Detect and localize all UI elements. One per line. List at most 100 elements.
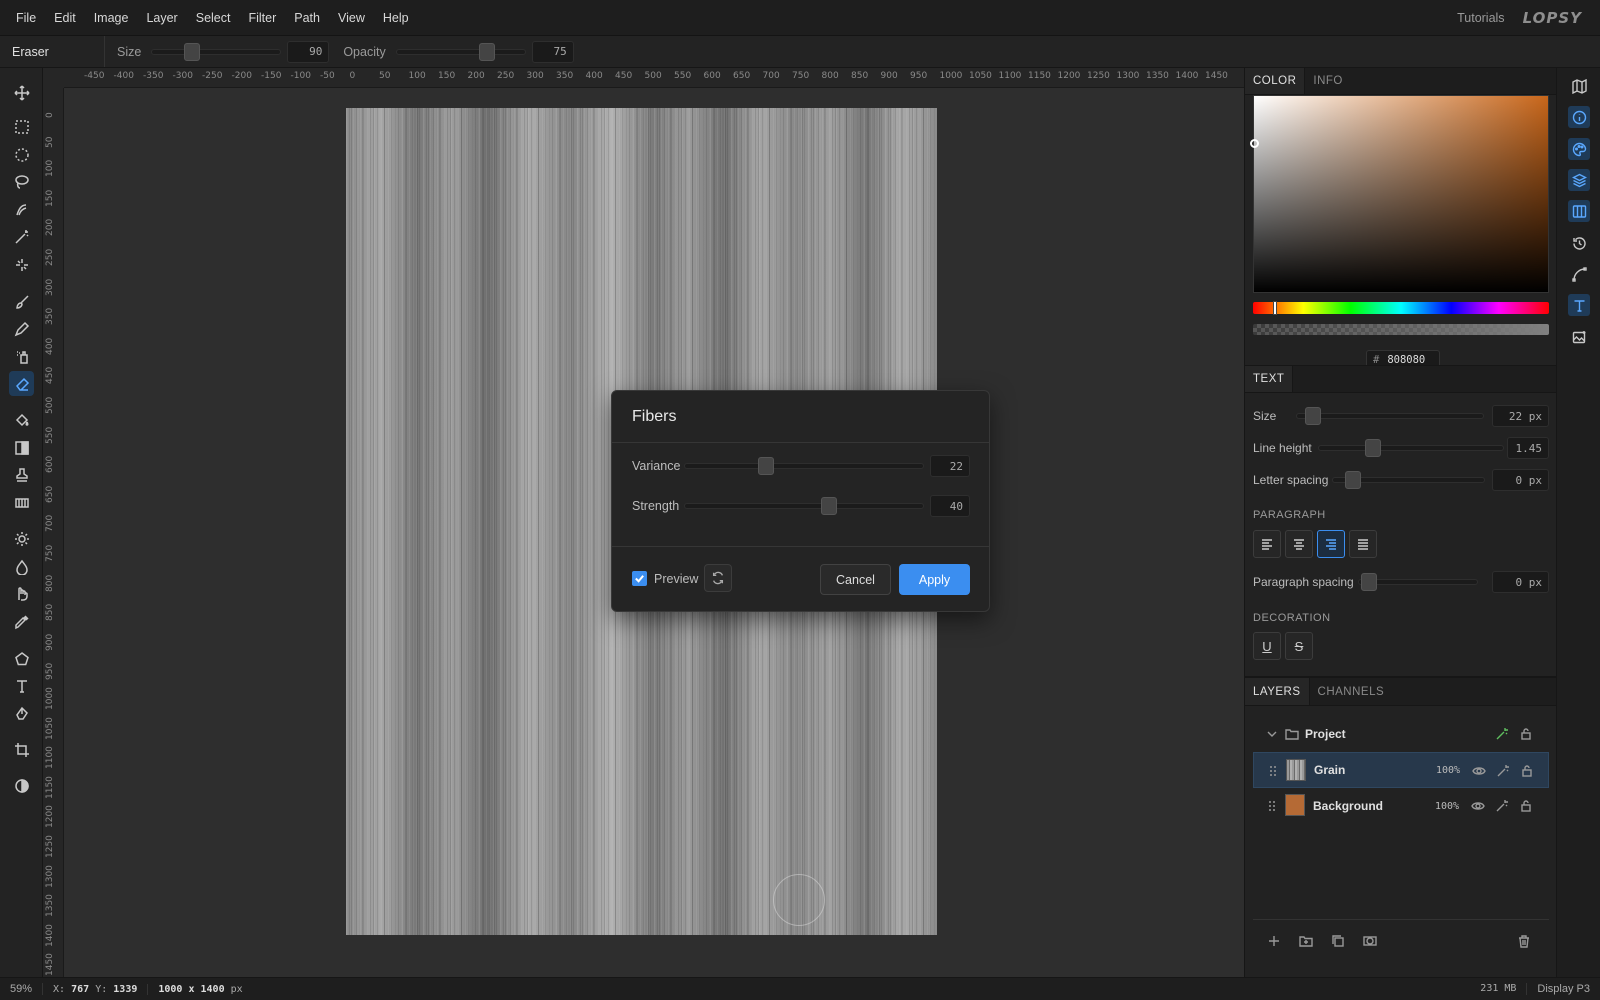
align-left-button[interactable] — [1253, 530, 1281, 558]
menu-select[interactable]: Select — [187, 11, 240, 25]
magic-wand-tool[interactable] — [9, 224, 34, 249]
image-adjust-button[interactable] — [1568, 326, 1590, 348]
drag-handle-icon[interactable] — [1266, 764, 1280, 778]
letter-spacing-slider[interactable] — [1332, 471, 1486, 489]
tab-channels[interactable]: CHANNELS — [1310, 678, 1393, 705]
drag-handle-icon[interactable] — [1265, 799, 1279, 813]
lock-icon[interactable] — [1519, 799, 1533, 813]
letter-spacing-input[interactable]: 0 px — [1492, 469, 1549, 491]
tab-layers[interactable]: LAYERS — [1245, 678, 1310, 705]
align-right-button[interactable] — [1317, 530, 1345, 558]
mask-icon[interactable] — [1363, 934, 1377, 948]
align-center-button[interactable] — [1285, 530, 1313, 558]
tab-text[interactable]: TEXT — [1245, 366, 1294, 392]
move-tool[interactable] — [9, 80, 34, 105]
font-size-slider[interactable] — [1296, 407, 1485, 425]
strength-slider[interactable] — [684, 497, 924, 515]
strength-input[interactable]: 40 — [930, 495, 970, 517]
spray-tool[interactable] — [9, 344, 34, 369]
spot-heal-tool[interactable] — [9, 252, 34, 277]
layer-opacity[interactable]: 100% — [1436, 765, 1460, 776]
opacity-input[interactable]: 75 — [531, 40, 574, 63]
pen-tool[interactable] — [9, 701, 34, 726]
add-layer-icon[interactable] — [1267, 934, 1281, 948]
rect-select-tool[interactable] — [9, 114, 34, 139]
dodge-tool[interactable] — [9, 526, 34, 551]
paragraph-spacing-slider-thumb[interactable] — [1360, 573, 1377, 591]
pencil-tool[interactable] — [9, 316, 34, 341]
navigator-button[interactable] — [1568, 75, 1590, 97]
layers-button[interactable] — [1568, 169, 1590, 191]
layer-row-background[interactable]: Background 100% — [1253, 788, 1549, 824]
line-height-slider-thumb[interactable] — [1364, 439, 1381, 457]
channels-button[interactable] — [1568, 200, 1590, 222]
color-button[interactable] — [1568, 138, 1590, 160]
lock-icon[interactable] — [1520, 764, 1534, 778]
letter-spacing-slider-thumb[interactable] — [1345, 471, 1362, 489]
text-panel-button[interactable] — [1568, 294, 1590, 316]
size-input[interactable]: 90 — [287, 40, 330, 63]
lasso-tool[interactable] — [9, 169, 34, 194]
menu-filter[interactable]: Filter — [239, 11, 285, 25]
eye-icon[interactable] — [1472, 764, 1486, 778]
paragraph-spacing-slider[interactable] — [1357, 573, 1478, 591]
effects-icon[interactable] — [1495, 727, 1509, 741]
variance-slider[interactable] — [684, 457, 924, 475]
ellipse-select-tool[interactable] — [9, 142, 34, 167]
shape-tool[interactable] — [9, 646, 34, 671]
tab-info[interactable]: INFO — [1305, 68, 1350, 94]
stamp-tool[interactable] — [9, 462, 34, 487]
contrast-tool[interactable] — [9, 773, 34, 798]
size-slider[interactable] — [151, 42, 282, 61]
preview-checkbox[interactable] — [632, 571, 647, 586]
tab-color[interactable]: COLOR — [1245, 68, 1306, 94]
brush-tool[interactable] — [9, 289, 34, 314]
hue-slider[interactable] — [1253, 301, 1549, 315]
color-picker-handle[interactable] — [1250, 139, 1259, 148]
layer-row-grain[interactable]: Grain 100% — [1253, 752, 1549, 788]
paths-button[interactable] — [1568, 263, 1590, 285]
hue-slider-thumb[interactable] — [1273, 301, 1277, 315]
line-height-slider[interactable] — [1317, 439, 1504, 457]
align-justify-button[interactable] — [1349, 530, 1377, 558]
size-slider-thumb[interactable] — [184, 42, 201, 61]
randomize-button[interactable] — [704, 564, 732, 592]
layer-opacity[interactable]: 100% — [1435, 801, 1459, 812]
new-group-icon[interactable] — [1299, 934, 1313, 948]
effects-icon[interactable] — [1496, 764, 1510, 778]
fill-tool[interactable] — [9, 407, 34, 432]
tutorials-link[interactable]: Tutorials — [1457, 11, 1504, 25]
eraser-tool[interactable] — [9, 371, 34, 396]
menu-file[interactable]: File — [0, 11, 45, 25]
text-tool[interactable] — [9, 673, 34, 698]
menu-help[interactable]: Help — [374, 11, 418, 25]
underline-button[interactable]: U — [1253, 632, 1281, 660]
font-size-input[interactable]: 22 px — [1492, 405, 1549, 427]
opacity-slider-thumb[interactable] — [478, 42, 495, 61]
saturation-value-field[interactable] — [1250, 95, 1549, 293]
apply-button[interactable]: Apply — [899, 564, 970, 595]
pattern-tool[interactable] — [9, 490, 34, 515]
cancel-button[interactable]: Cancel — [820, 564, 891, 595]
eyedropper-tool[interactable] — [9, 609, 34, 634]
alpha-slider[interactable] — [1253, 324, 1549, 335]
color-profile[interactable]: Display P3 — [1527, 983, 1600, 995]
effects-icon[interactable] — [1495, 799, 1509, 813]
layer-group-row[interactable]: Project — [1253, 716, 1549, 752]
menu-edit[interactable]: Edit — [45, 11, 85, 25]
smudge-tool[interactable] — [9, 581, 34, 606]
variance-slider-thumb[interactable] — [758, 457, 774, 475]
menu-view[interactable]: View — [329, 11, 374, 25]
menu-layer[interactable]: Layer — [137, 11, 186, 25]
quick-select-tool[interactable] — [9, 197, 34, 222]
lock-icon[interactable] — [1519, 727, 1533, 741]
chevron-down-icon[interactable] — [1265, 727, 1279, 741]
preview-label[interactable]: Preview — [654, 572, 698, 586]
trash-icon[interactable] — [1517, 934, 1531, 948]
opacity-slider[interactable] — [395, 42, 526, 61]
menu-image[interactable]: Image — [85, 11, 138, 25]
gradient-tool[interactable] — [9, 435, 34, 460]
blur-tool[interactable] — [9, 554, 34, 579]
strength-slider-thumb[interactable] — [821, 497, 837, 515]
crop-tool[interactable] — [9, 737, 34, 762]
